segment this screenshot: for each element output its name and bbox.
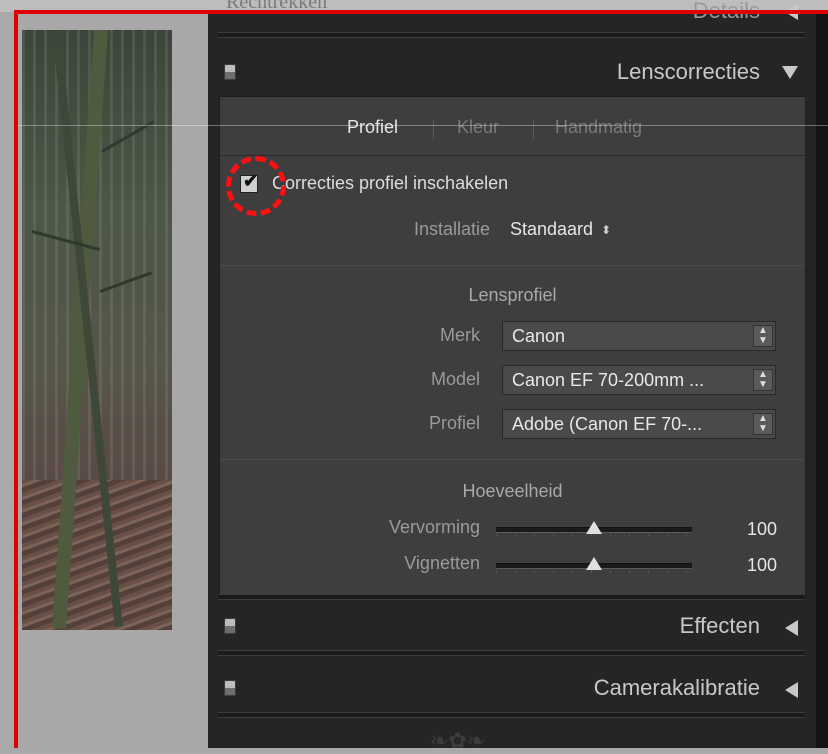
expand-triangle-icon[interactable]: [785, 4, 798, 20]
model-select[interactable]: Canon EF 70-200mm ... ▲ ▼: [502, 365, 776, 395]
slider-ticks: [496, 534, 692, 537]
expand-triangle-icon[interactable]: [785, 682, 798, 698]
panel-toggle-switch[interactable]: [224, 680, 236, 696]
section-divider: [218, 712, 804, 718]
merk-value: Canon: [512, 326, 566, 346]
panel-toggle-switch[interactable]: [224, 618, 236, 634]
installatie-label: Installatie: [413, 219, 490, 239]
model-value: Canon EF 70-200mm ...: [512, 370, 705, 390]
lenscorrecties-section-header[interactable]: Lenscorrecties: [208, 50, 808, 94]
model-label: Model: [430, 369, 480, 389]
section-divider: [218, 32, 804, 38]
up-down-arrows-icon[interactable]: ▲ ▼: [753, 325, 773, 347]
effecten-title: Effecten: [679, 613, 760, 638]
camerakalibratie-section-header[interactable]: Camerakalibratie: [208, 666, 808, 710]
photo-ground: [22, 480, 172, 630]
section-divider: [218, 594, 804, 600]
up-down-arrows-icon[interactable]: ▲ ▼: [753, 369, 773, 391]
tab-divider: [433, 119, 434, 139]
lensprofiel-title: Lensprofiel: [468, 285, 557, 305]
vervorming-value[interactable]: 100: [717, 519, 777, 540]
tab-divider: [533, 119, 534, 139]
lens-tabs: Profiel Kleur Handmatig: [220, 97, 805, 156]
slider-knob[interactable]: [586, 521, 602, 534]
vignetten-slider[interactable]: [496, 557, 692, 573]
effecten-section-header[interactable]: Effecten: [208, 604, 808, 648]
hoeveelheid-title: Hoeveelheid: [462, 481, 563, 501]
vervorming-label: Vervorming: [388, 517, 480, 537]
details-title: Details: [692, 0, 760, 23]
slider-knob[interactable]: [586, 557, 602, 570]
merk-select[interactable]: Canon ▲ ▼: [502, 321, 776, 351]
slider-ticks: [496, 570, 692, 573]
vignetten-value[interactable]: 100: [717, 555, 777, 576]
installatie-value: Standaard: [510, 219, 594, 239]
expand-triangle-icon[interactable]: [785, 620, 798, 636]
camerakalibratie-title: Camerakalibratie: [593, 675, 760, 700]
details-section-header[interactable]: Details: [208, 0, 808, 28]
profiel-value: Adobe (Canon EF 70-...: [512, 414, 703, 434]
collapse-triangle-icon[interactable]: [782, 66, 798, 79]
vervorming-slider[interactable]: [496, 521, 692, 537]
section-separator: [220, 265, 805, 266]
section-divider: [218, 650, 804, 656]
panel-end-ornament: ❧✿❧: [430, 728, 486, 753]
panel-toggle-switch[interactable]: [224, 64, 236, 80]
tab-kleur[interactable]: Kleur: [457, 117, 499, 138]
up-down-arrows-icon[interactable]: ▲ ▼: [753, 413, 773, 435]
profiel-label: Profiel: [428, 413, 480, 433]
merk-label: Merk: [440, 325, 480, 345]
enable-profile-label[interactable]: Correcties profiel inschakelen: [272, 173, 508, 194]
lenscorrecties-title: Lenscorrecties: [616, 59, 760, 84]
highlight-circle: [226, 156, 286, 216]
tab-handmatig[interactable]: Handmatig: [555, 117, 642, 138]
profiel-select[interactable]: Adobe (Canon EF 70-... ▲ ▼: [502, 409, 776, 439]
photo-preview[interactable]: [22, 30, 172, 630]
guide-line: [14, 125, 828, 126]
lenscorrecties-panel: Profiel Kleur Handmatig ✔ Correcties pro…: [219, 96, 806, 596]
tab-profiel[interactable]: Profiel: [347, 117, 398, 138]
up-down-arrows-icon: ⬍: [601, 223, 612, 238]
section-separator: [220, 459, 805, 460]
installatie-dropdown[interactable]: Standaard ⬍: [510, 219, 611, 240]
vignetten-label: Vignetten: [404, 553, 480, 573]
